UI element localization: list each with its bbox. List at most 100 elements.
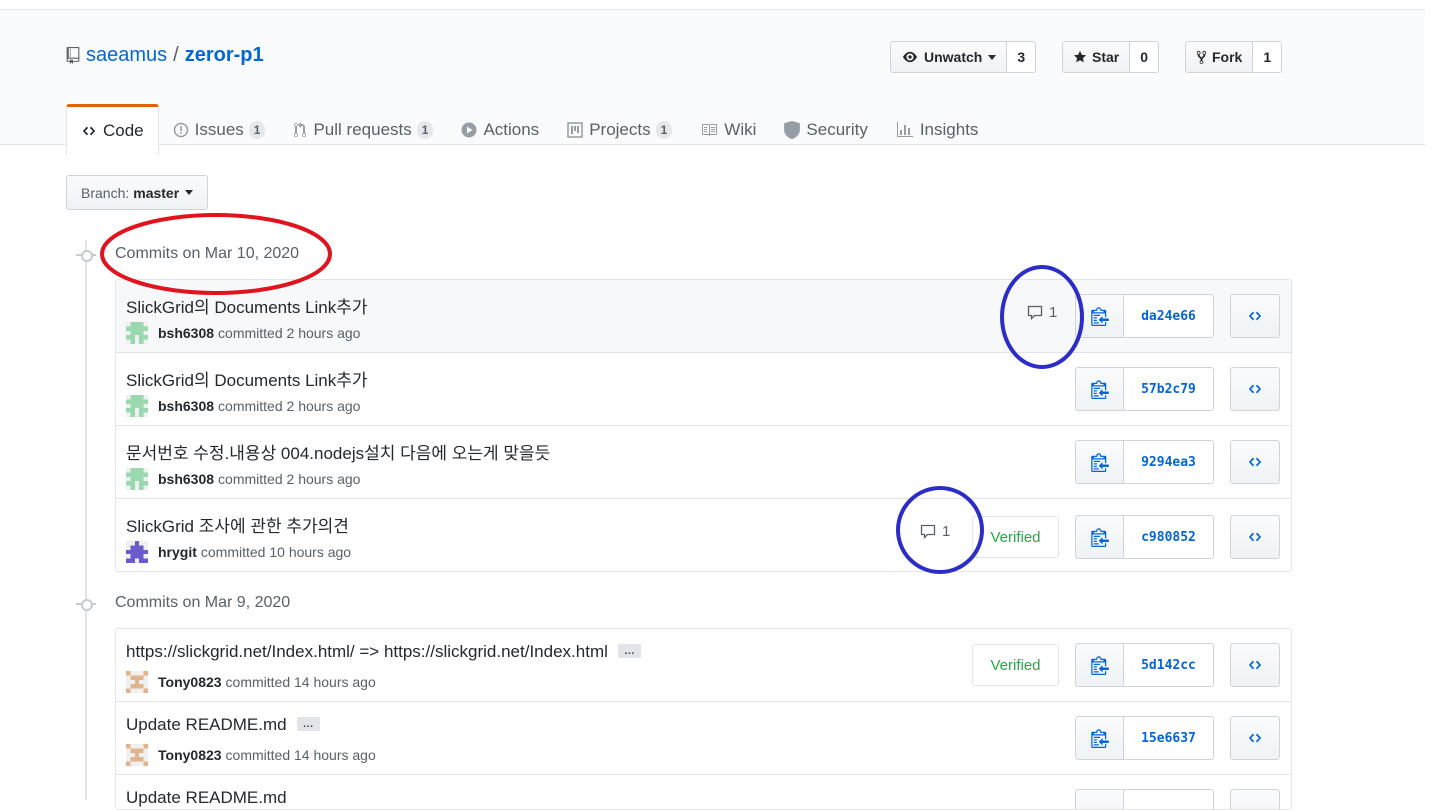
clipboard-icon (1090, 528, 1109, 547)
commit-meta: bsh6308 committed 2 hours ago (126, 395, 360, 417)
tab-projects[interactable]: Projects 1 (553, 105, 686, 155)
copy-sha-button[interactable] (1075, 643, 1124, 687)
commit-meta: hrygit committed 10 hours ago (126, 541, 351, 563)
commit-message-link[interactable]: SlickGrid의 Documents Link추가 (126, 366, 368, 391)
commit-author-link[interactable]: bsh6308 (158, 325, 214, 341)
browse-tree-button[interactable] (1230, 294, 1280, 338)
commit-author-link[interactable]: Tony0823 (158, 747, 222, 763)
tab-pull-requests[interactable]: Pull requests 1 (279, 105, 447, 155)
clipboard-icon (1090, 380, 1109, 399)
verified-badge[interactable]: Verified (972, 644, 1059, 686)
copy-sha-button[interactable] (1075, 789, 1124, 809)
unwatch-button[interactable]: Unwatch (890, 41, 1008, 73)
commit-icon (81, 599, 93, 611)
commit-message-link[interactable]: SlickGrid 조사에 관한 추가의견 (126, 512, 349, 537)
expand-message-button[interactable]: … (617, 643, 641, 658)
sha-group: c980852 (1075, 515, 1214, 559)
fork-button[interactable]: Fork (1185, 41, 1254, 73)
commit-sha-link[interactable]: 5d142cc (1124, 643, 1214, 687)
expand-message-button[interactable]: … (296, 716, 320, 731)
star-group: Star 0 (1062, 41, 1160, 73)
copy-sha-button[interactable] (1075, 440, 1124, 484)
commit-row: Update README.md … Tony0823 committed 14 … (116, 702, 1291, 775)
book-icon (702, 124, 718, 136)
browse-tree-button[interactable] (1230, 367, 1280, 411)
commit-sha-link[interactable]: c980852 (1124, 515, 1214, 559)
browse-tree-button[interactable] (1230, 789, 1280, 809)
tab-insights[interactable]: Insights (882, 105, 993, 155)
fork-count[interactable]: 1 (1253, 41, 1283, 73)
copy-sha-button[interactable] (1075, 716, 1124, 760)
commit-author-link[interactable]: hrygit (158, 544, 197, 560)
commit-list: SlickGrid의 Documents Link추가 bsh6308 comm… (115, 279, 1292, 572)
commit-message: https://slickgrid.net/Index.html/ => htt… (126, 642, 641, 662)
top-bar (0, 0, 1425, 10)
branch-select[interactable]: Branch: master (66, 175, 209, 210)
issue-icon (173, 122, 188, 138)
commit-verb: committed (218, 325, 283, 341)
tab-code[interactable]: Code (66, 104, 159, 155)
commit-time: 2 hours ago (286, 398, 361, 414)
comment-count-link[interactable]: 1 (919, 523, 950, 540)
tab-actions[interactable]: Actions (447, 105, 553, 155)
browse-tree-button[interactable] (1230, 440, 1280, 484)
project-icon (567, 122, 583, 138)
chevron-down-icon (185, 190, 194, 195)
commit-time: 2 hours ago (286, 471, 361, 487)
commit-sha-link[interactable]: 9294ea3 (1124, 440, 1214, 484)
commit-message-link[interactable]: Update README.md (126, 788, 287, 808)
commit-author-link[interactable]: bsh6308 (158, 398, 214, 414)
commit-group-title: Commits on Mar 10, 2020 (115, 245, 300, 262)
clipboard-icon (1090, 656, 1109, 675)
commit-sha-link[interactable]: 15e6637 (1124, 716, 1214, 760)
repo-separator: / (173, 44, 179, 66)
chevron-down-icon (988, 54, 997, 60)
commit-sha-link[interactable]: da24e66 (1124, 294, 1214, 338)
comment-count-link[interactable]: 1 (1026, 304, 1057, 321)
repo-header: saeamus / zeror-p1 Unwatch 3 Star 0 Fork… (0, 10, 1425, 155)
commit-sha-link[interactable] (1124, 789, 1214, 809)
copy-sha-button[interactable] (1075, 367, 1124, 411)
star-button[interactable]: Star (1062, 41, 1131, 73)
commit-message-link[interactable]: https://slickgrid.net/Index.html/ => htt… (126, 642, 608, 661)
commit-row: https://slickgrid.net/Index.html/ => htt… (116, 629, 1291, 702)
tab-label: Projects (589, 120, 651, 139)
tab-label: Issues (194, 120, 244, 139)
commit-time: 14 hours ago (294, 747, 376, 763)
repo-name-link[interactable]: zeror-p1 (185, 44, 264, 67)
repo-owner-link[interactable]: saeamus (86, 44, 167, 67)
commit-meta: Tony0823 committed 14 hours ago (126, 671, 376, 693)
tab-security[interactable]: Security (770, 105, 881, 155)
shield-icon (784, 121, 801, 139)
watch-count[interactable]: 3 (1007, 41, 1037, 73)
commit-verb: committed (218, 398, 283, 414)
commit-sha-link[interactable]: 57b2c79 (1124, 367, 1214, 411)
commit-message-link[interactable]: 문서번호 수정.내용상 004.nodejs설치 다음에 오는게 맞을듯 (126, 439, 550, 464)
code-icon (1248, 457, 1262, 467)
tab-wiki[interactable]: Wiki (686, 105, 770, 155)
commit-row: Update README.md (116, 775, 1291, 809)
avatar (126, 541, 148, 563)
browse-tree-button[interactable] (1230, 716, 1280, 760)
repo-title: saeamus / zeror-p1 (66, 44, 264, 67)
browse-tree-button[interactable] (1230, 515, 1280, 559)
tab-label: Pull requests (313, 120, 412, 139)
commit-message-link[interactable]: Update README.md (126, 715, 287, 734)
commit-message-link[interactable]: SlickGrid의 Documents Link추가 (126, 293, 368, 318)
tab-issues[interactable]: Issues 1 (159, 105, 280, 155)
code-icon (1248, 311, 1262, 321)
commit-meta: bsh6308 committed 2 hours ago (126, 322, 360, 344)
browse-tree-button[interactable] (1230, 643, 1280, 687)
comment-count: 1 (1049, 304, 1058, 321)
sha-group: 9294ea3 (1075, 440, 1214, 484)
commit-verb: committed (225, 674, 291, 690)
tab-label: Code (103, 121, 144, 140)
commit-author-link[interactable]: Tony0823 (158, 674, 222, 690)
copy-sha-button[interactable] (1075, 515, 1124, 559)
tab-counter: 1 (416, 121, 434, 139)
sha-group: da24e66 (1075, 294, 1214, 338)
verified-badge[interactable]: Verified (972, 516, 1059, 558)
copy-sha-button[interactable] (1075, 294, 1124, 338)
star-count[interactable]: 0 (1130, 41, 1160, 73)
commit-author-link[interactable]: bsh6308 (158, 471, 214, 487)
